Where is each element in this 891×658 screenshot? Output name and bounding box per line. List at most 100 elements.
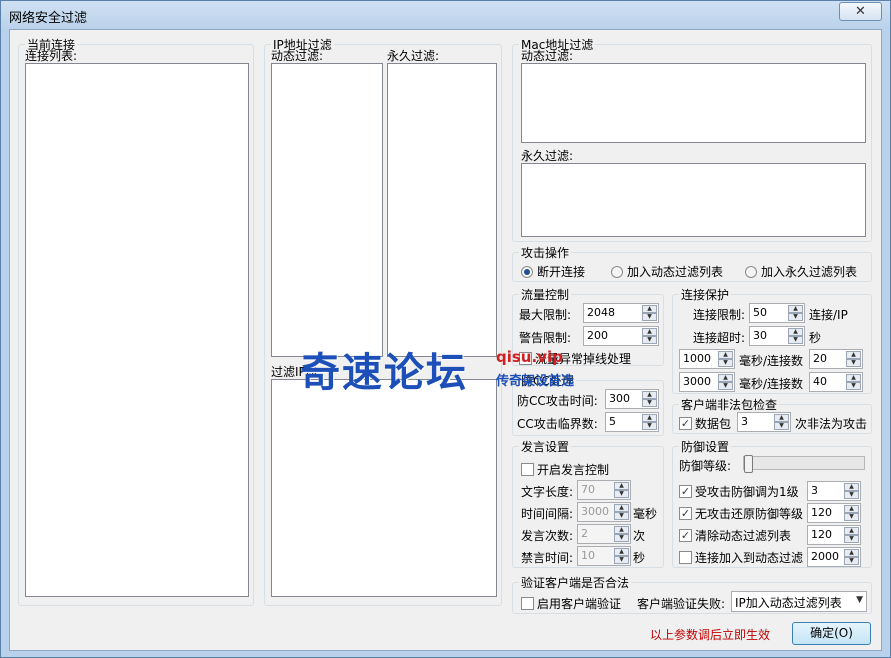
packet-checkbox[interactable]: ✓ 数据包 [679,415,731,432]
spin-up-icon[interactable]: ▲ [844,483,859,491]
spin-up-icon[interactable]: ▲ [642,391,657,399]
spin-up-icon[interactable]: ▲ [846,351,861,359]
spin-up-icon[interactable]: ▲ [846,374,861,382]
warn-limit-spinner[interactable]: 200 ▲ ▼ [583,326,659,346]
close-button[interactable]: ✕ [839,2,882,21]
spin-down-icon[interactable]: ▼ [844,535,859,543]
defense-opt1-checkbox[interactable]: ✓ 受攻击防御调为1级 [679,483,799,500]
spinner-arrows[interactable]: ▲ ▼ [614,482,629,498]
spin-down-icon[interactable]: ▼ [614,534,629,542]
spin-up-icon[interactable]: ▲ [774,414,789,422]
ip-dynamic-list[interactable] [271,63,383,357]
spinner-arrows[interactable]: ▲ ▼ [844,483,859,499]
spin-up-icon[interactable]: ▲ [614,548,629,556]
spinner-arrows[interactable]: ▲ ▼ [774,414,789,430]
spin-down-icon[interactable]: ▼ [844,491,859,499]
spin-down-icon[interactable]: ▼ [718,359,733,367]
ip-segment-list[interactable] [271,379,497,597]
defense-opt2-spinner[interactable]: 120 ▲ ▼ [807,503,861,523]
spin-up-icon[interactable]: ▲ [718,351,733,359]
spin-up-icon[interactable]: ▲ [642,305,657,313]
speech-enable-checkbox[interactable]: 开启发言控制 [521,461,609,478]
spinner-arrows[interactable]: ▲ ▼ [844,549,859,565]
radio-add-dynamic-label: 加入动态过滤列表 [627,265,724,279]
spin-up-icon[interactable]: ▲ [642,328,657,336]
spin-up-icon[interactable]: ▲ [788,328,803,336]
mac-permanent-list[interactable] [521,163,866,237]
defense-level-slider[interactable] [743,455,865,473]
ms2-spinner[interactable]: 3000 ▲ ▼ [679,372,735,392]
spin-down-icon[interactable]: ▼ [642,422,657,430]
spinner-arrows[interactable]: ▲ ▼ [718,374,733,390]
spin-down-icon[interactable]: ▼ [844,557,859,565]
slider-thumb[interactable] [744,455,753,473]
flow-control-title: 流量控制 [519,286,572,303]
count-spinner[interactable]: 2 ▲ ▼ [577,524,631,544]
ms1-spinner[interactable]: 1000 ▲ ▼ [679,349,735,369]
spinner-arrows[interactable]: ▲ ▼ [614,548,629,564]
spin-up-icon[interactable]: ▲ [844,549,859,557]
spin-down-icon[interactable]: ▼ [844,513,859,521]
len-spinner[interactable]: 70 ▲ ▼ [577,480,631,500]
spin-up-icon[interactable]: ▲ [642,414,657,422]
mac-dynamic-list[interactable] [521,63,866,143]
ms2-count-spinner[interactable]: 40 ▲ ▼ [809,372,863,392]
defense-opt3-checkbox[interactable]: ✓ 清除动态过滤列表 [679,527,791,544]
spin-down-icon[interactable]: ▼ [614,490,629,498]
title-bar[interactable]: 网络安全过滤 ✕ [1,1,890,29]
ms1-count-spinner[interactable]: 20 ▲ ▼ [809,349,863,369]
spinner-arrows[interactable]: ▲ ▼ [642,414,657,430]
spin-down-icon[interactable]: ▼ [788,336,803,344]
ip-permanent-list[interactable] [387,63,497,357]
spin-up-icon[interactable]: ▲ [788,305,803,313]
spin-down-icon[interactable]: ▼ [774,422,789,430]
spin-down-icon[interactable]: ▼ [788,313,803,321]
spin-down-icon[interactable]: ▼ [642,399,657,407]
spin-up-icon[interactable]: ▲ [844,505,859,513]
spin-down-icon[interactable]: ▼ [718,382,733,390]
defense-opt4-spinner[interactable]: 2000 ▲ ▼ [807,547,861,567]
spinner-arrows[interactable]: ▲ ▼ [642,391,657,407]
defense-opt1-spinner[interactable]: 3 ▲ ▼ [807,481,861,501]
max-limit-spinner[interactable]: 2048 ▲ ▼ [583,303,659,323]
spinner-arrows[interactable]: ▲ ▼ [844,527,859,543]
spin-down-icon[interactable]: ▼ [642,336,657,344]
spinner-arrows[interactable]: ▲ ▼ [614,526,629,542]
spin-up-icon[interactable]: ▲ [614,504,629,512]
conn-timeout-spinner[interactable]: 30 ▲ ▼ [749,326,805,346]
spinner-arrows[interactable]: ▲ ▼ [642,305,657,321]
connection-list[interactable] [25,63,249,597]
spin-down-icon[interactable]: ▼ [614,512,629,520]
spinner-arrows[interactable]: ▲ ▼ [718,351,733,367]
spin-up-icon[interactable]: ▲ [844,527,859,535]
spin-up-icon[interactable]: ▲ [614,526,629,534]
spin-down-icon[interactable]: ▼ [642,313,657,321]
spinner-arrows[interactable]: ▲ ▼ [788,328,803,344]
spin-down-icon[interactable]: ▼ [846,382,861,390]
spin-up-icon[interactable]: ▲ [614,482,629,490]
interval-spinner[interactable]: 3000 ▲ ▼ [577,502,631,522]
cc-time-spinner[interactable]: 300 ▲ ▼ [605,389,659,409]
spin-down-icon[interactable]: ▼ [614,556,629,564]
spin-down-icon[interactable]: ▼ [846,359,861,367]
spin-up-icon[interactable]: ▲ [718,374,733,382]
verify-fail-dropdown[interactable]: IP加入动态过滤列表 ▼ [731,591,867,612]
spinner-arrows[interactable]: ▲ ▼ [614,504,629,520]
radio-add-permanent[interactable]: 加入永久过滤列表 [745,263,857,280]
spinner-arrows[interactable]: ▲ ▼ [846,351,861,367]
defense-opt3-spinner[interactable]: 120 ▲ ▼ [807,525,861,545]
conn-limit-spinner[interactable]: 50 ▲ ▼ [749,303,805,323]
ok-button[interactable]: 确定(O) [792,622,871,645]
spinner-arrows[interactable]: ▲ ▼ [846,374,861,390]
radio-add-dynamic[interactable]: 加入动态过滤列表 [611,263,723,280]
spinner-arrows[interactable]: ▲ ▼ [642,328,657,344]
spinner-arrows[interactable]: ▲ ▼ [844,505,859,521]
radio-disconnect[interactable]: 断开连接 [521,263,585,280]
spinner-arrows[interactable]: ▲ ▼ [788,305,803,321]
packet-spinner[interactable]: 3 ▲ ▼ [737,412,791,432]
verify-enable-checkbox[interactable]: 启用客户端验证 [521,595,621,612]
defense-opt2-checkbox[interactable]: ✓ 无攻击还原防御等级 [679,505,803,522]
cc-thresh-spinner[interactable]: 5 ▲ ▼ [605,412,659,432]
ban-spinner[interactable]: 10 ▲ ▼ [577,546,631,566]
defense-opt4-checkbox[interactable]: 连接加入到动态过滤 [679,549,803,566]
